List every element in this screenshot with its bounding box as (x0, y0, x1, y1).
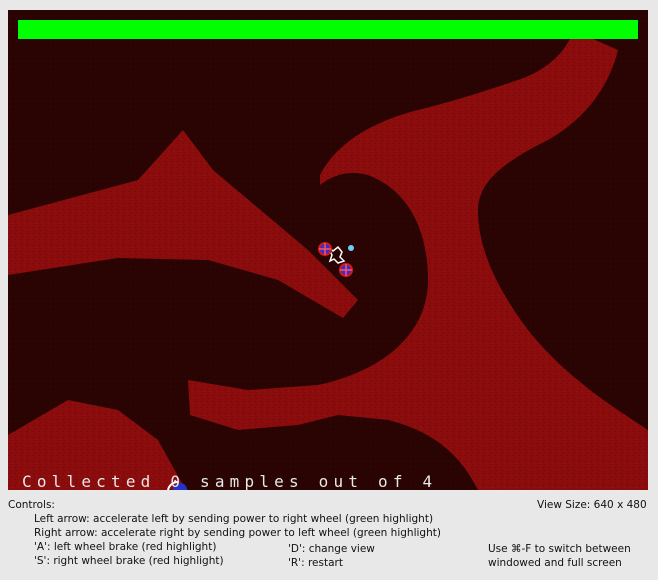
health-bar (18, 20, 638, 39)
control-key-s: 'S': right wheel brake (red highlight) (34, 555, 224, 567)
fullscreen-hint-line2: windowed and full screen (488, 557, 622, 569)
view-size-label: View Size: 640 x 480 (537, 499, 647, 511)
fullscreen-hint-line1: Use ⌘-F to switch between (488, 543, 631, 555)
control-key-r: 'R': restart (288, 557, 343, 569)
terrain (8, 10, 648, 490)
status-text: Collected 0 samples out of 4 (22, 472, 438, 490)
controls-heading: Controls: (8, 499, 55, 511)
control-key-d: 'D': change view (288, 543, 375, 555)
control-key-a: 'A': left wheel brake (red highlight) (34, 541, 217, 553)
game-view[interactable]: Collected 0 samples out of 4 (8, 10, 648, 490)
control-left-arrow: Left arrow: accelerate left by sending p… (34, 513, 434, 525)
control-right-arrow: Right arrow: accelerate right by sending… (34, 527, 441, 539)
